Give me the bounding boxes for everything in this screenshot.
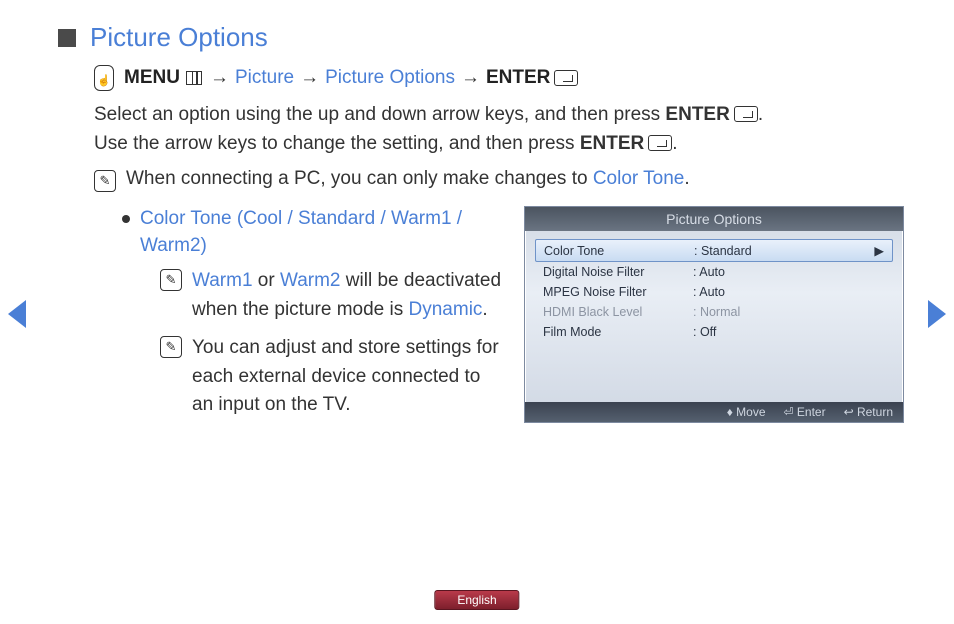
note-icon [160,336,182,358]
nav-next-button[interactable] [928,300,946,328]
nav-prev-button[interactable] [8,300,26,328]
option-heading: Color Tone (Cool / Standard / Warm1 / Wa… [140,206,506,259]
note-icon [160,269,182,291]
osd-enter-hint: ⏎ Enter [784,405,826,419]
osd-row-mpeg-noise[interactable]: MPEG Noise Filter : Auto [535,282,893,302]
osd-footer: ♦ Move ⏎ Enter ↩ Return [525,402,903,422]
pc-note: When connecting a PC, you can only make … [126,168,690,190]
bullet-icon [122,215,130,223]
osd-title: Picture Options [525,207,903,231]
remote-icon [94,65,114,91]
breadcrumb-enter: ENTER [486,67,550,89]
osd-row-color-tone[interactable]: Color Tone : Standard ▶ [535,239,893,262]
enter-icon [648,135,672,151]
breadcrumb-menu: MENU [124,67,180,89]
enter-icon [734,106,758,122]
intro-text: Select an option using the up and down a… [94,101,904,158]
menu-grid-icon [186,71,202,85]
osd-panel: Picture Options Color Tone : Standard ▶ … [524,206,904,423]
osd-row-film-mode[interactable]: Film Mode : Off [535,322,893,342]
page-title: Picture Options [90,22,268,53]
language-indicator: English [434,590,519,610]
enter-icon [554,70,578,86]
osd-row-hdmi-black: HDMI Black Level : Normal [535,302,893,322]
chevron-right-icon: ▶ [874,243,884,258]
osd-row-digital-noise[interactable]: Digital Noise Filter : Auto [535,262,893,282]
note-icon [94,170,116,192]
breadcrumb-step-2: Picture Options [325,67,455,89]
osd-body: Color Tone : Standard ▶ Digital Noise Fi… [525,231,903,402]
osd-move-hint: ♦ Move [727,405,766,419]
option-note-2: You can adjust and store settings for ea… [192,334,506,420]
breadcrumb-step-1: Picture [235,67,294,89]
section-bullet [58,29,76,47]
breadcrumb: MENU → Picture → Picture Options → ENTER [94,65,904,91]
osd-return-hint: ↩ Return [844,405,893,419]
option-note-1: Warm1 or Warm2 will be deactivated when … [192,267,506,324]
